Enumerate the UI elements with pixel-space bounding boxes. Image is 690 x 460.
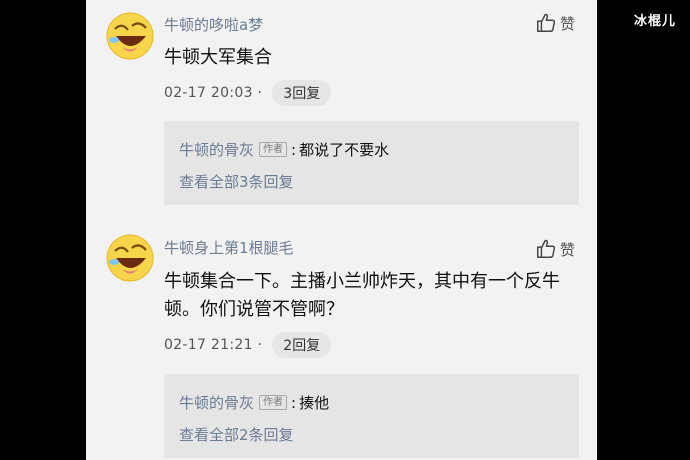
thumbs-up-icon (537, 13, 556, 32)
view-all-replies-link[interactable]: 查看全部2条回复 (179, 424, 294, 445)
reply-line: 牛顿的骨灰 作者 : 都说了不要水 (179, 139, 389, 160)
comment-panel: 牛顿的哆啦a梦 赞 牛顿大军集合 02-17 20:03 · 3回复 牛顿的骨灰… (86, 0, 597, 460)
comment-username[interactable]: 牛顿的哆啦a梦 (164, 14, 263, 35)
reply-text: 都说了不要水 (299, 141, 390, 159)
comment-time: 02-17 20:03 · (164, 85, 263, 101)
comment-time: 02-17 21:21 · (164, 337, 263, 353)
reply-count-button[interactable]: 2回复 (272, 332, 332, 358)
comment-meta: 02-17 20:03 · 3回复 (164, 80, 332, 106)
laughing-face-icon[interactable] (106, 234, 154, 282)
comment-username[interactable]: 牛顿身上第1根腿毛 (164, 237, 294, 258)
comment-content: 牛顿大军集合 (164, 47, 272, 68)
reply-separator: : (291, 393, 297, 412)
watermark-text: 冰棍儿 (633, 14, 676, 29)
comment-content: 牛顿集合一下。主播小兰帅炸天，其中有一个反牛顿。你们说管不管啊？ (164, 271, 560, 320)
comment-meta: 02-17 21:21 · 2回复 (164, 332, 332, 358)
reply-count-button[interactable]: 3回复 (272, 80, 332, 106)
like-label: 赞 (560, 240, 576, 259)
reply-preview[interactable]: 牛顿的骨灰 作者 : 都说了不要水 查看全部3条回复 (164, 121, 579, 205)
author-badge: 作者 (259, 142, 288, 157)
laughing-face-icon[interactable] (106, 12, 154, 60)
reply-username[interactable]: 牛顿的骨灰 (179, 139, 254, 160)
like-label: 赞 (560, 14, 576, 33)
like-button[interactable]: 赞 (535, 12, 575, 34)
author-badge: 作者 (259, 395, 288, 410)
thumbs-up-icon (537, 239, 556, 258)
reply-text: 揍他 (299, 394, 330, 412)
reply-username[interactable]: 牛顿的骨灰 (179, 392, 254, 413)
view-all-replies-link[interactable]: 查看全部3条回复 (179, 171, 294, 192)
reply-line: 牛顿的骨灰 作者 : 揍他 (179, 392, 329, 413)
reply-preview[interactable]: 牛顿的骨灰 作者 : 揍他 查看全部2条回复 (164, 374, 579, 458)
like-button[interactable]: 赞 (535, 238, 575, 260)
reply-separator: : (291, 140, 297, 159)
